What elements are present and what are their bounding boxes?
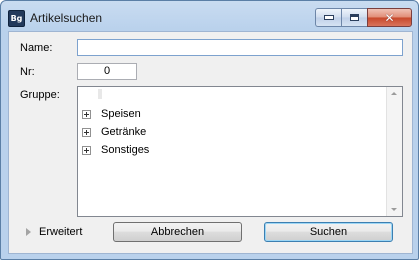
title-bar[interactable]: Bg Artikelsuchen ✕ — [1, 1, 418, 31]
advanced-toggle[interactable]: Erweitert — [26, 226, 82, 238]
tree-scrollbar[interactable] — [386, 87, 402, 216]
close-icon: ✕ — [384, 10, 395, 25]
tree-item-label: Getränke — [101, 126, 147, 138]
window-controls: ✕ — [315, 8, 412, 27]
expand-triangle-icon — [26, 228, 31, 236]
minimize-button[interactable] — [315, 8, 341, 27]
cancel-button[interactable]: Abbrechen — [113, 222, 242, 242]
scroll-down-icon[interactable] — [391, 208, 397, 211]
expand-plus-icon[interactable] — [82, 127, 91, 137]
tree-item-getraenke[interactable]: Getränke — [82, 124, 146, 140]
tree-item-sonstiges[interactable]: Sonstiges — [82, 142, 149, 158]
tree-item-label: Speisen — [101, 108, 141, 120]
group-label: Gruppe: — [20, 89, 60, 101]
app-icon: Bg — [8, 10, 25, 27]
name-label: Name: — [20, 42, 53, 54]
maximize-icon — [350, 14, 359, 21]
name-input[interactable] — [77, 39, 403, 56]
tree-item-label: Sonstiges — [101, 144, 150, 156]
tree-item-speisen[interactable]: Speisen — [82, 106, 141, 122]
dialog-window: Bg Artikelsuchen ✕ Name: Nr: 0 Gruppe: S… — [0, 0, 419, 260]
nr-input[interactable]: 0 — [77, 63, 137, 80]
group-tree[interactable]: Speisen Getränke Sonstiges — [77, 86, 403, 217]
minimize-icon — [323, 15, 334, 20]
dialog-content: Name: Nr: 0 Gruppe: Speisen Getränke Son… — [8, 31, 413, 254]
tree-root-line — [98, 89, 102, 99]
scroll-up-icon[interactable] — [391, 92, 397, 95]
window-title: Artikelsuchen — [30, 11, 103, 25]
advanced-label: Erweitert — [39, 226, 83, 238]
expand-plus-icon[interactable] — [82, 145, 91, 155]
expand-plus-icon[interactable] — [82, 109, 91, 119]
maximize-button[interactable] — [341, 8, 367, 27]
search-button[interactable]: Suchen — [264, 222, 393, 242]
nr-label: Nr: — [20, 66, 35, 78]
close-button[interactable]: ✕ — [367, 8, 412, 27]
